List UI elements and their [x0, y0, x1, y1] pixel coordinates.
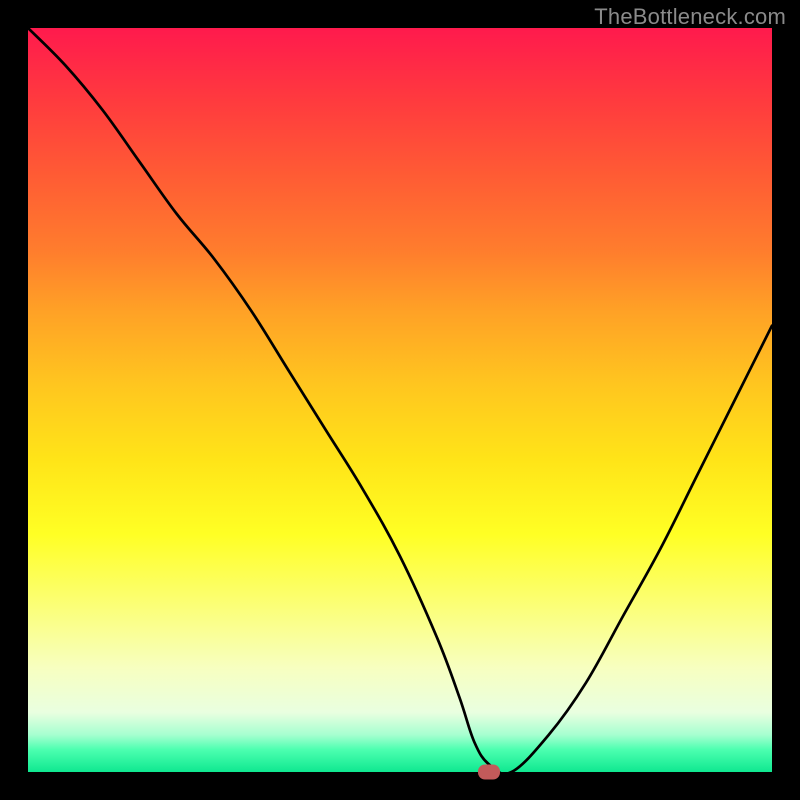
bottleneck-curve [28, 28, 772, 772]
chart-frame: TheBottleneck.com [0, 0, 800, 800]
optimal-point-marker [478, 765, 500, 780]
plot-area [28, 28, 772, 772]
attribution-text: TheBottleneck.com [594, 4, 786, 30]
